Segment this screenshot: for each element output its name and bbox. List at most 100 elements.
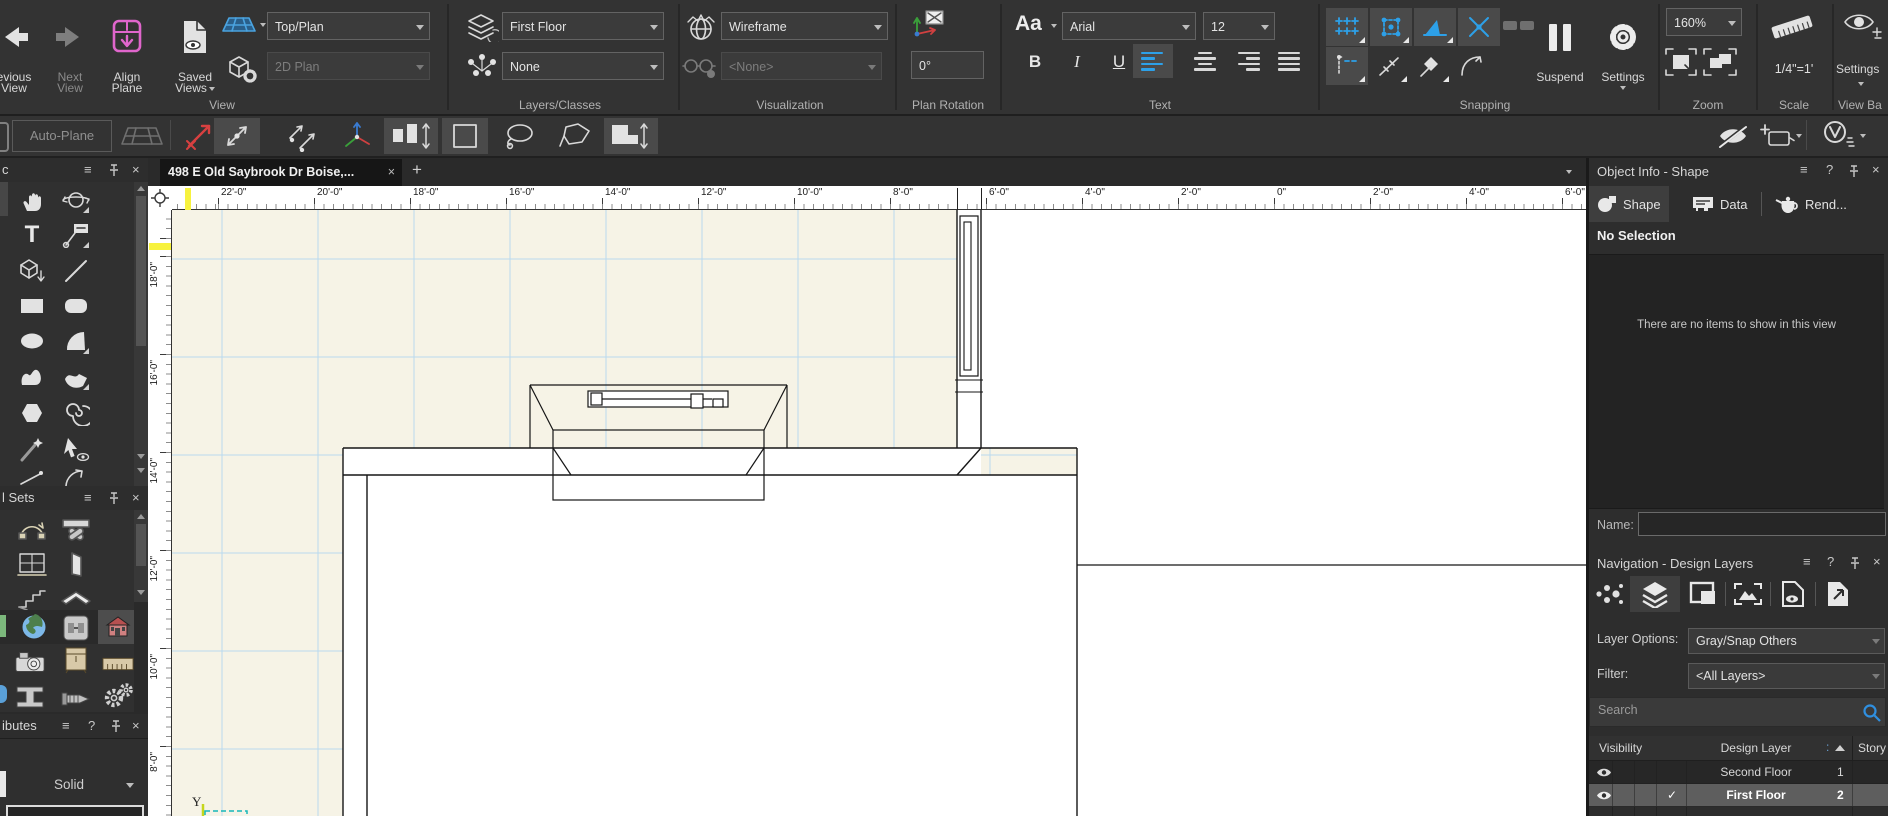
visibility-eye-icon[interactable] (1596, 790, 1612, 801)
col-design-layer[interactable]: Design Layer (1690, 741, 1822, 755)
extract-tool[interactable] (16, 255, 48, 287)
polygon-tool[interactable] (16, 397, 48, 429)
view-mode-icon[interactable] (222, 14, 256, 38)
snap-smart-point-button[interactable] (1368, 47, 1410, 85)
machine-design-tool[interactable] (102, 679, 134, 711)
text-tool[interactable]: T (16, 219, 48, 251)
curved-wall-tool[interactable] (16, 514, 48, 546)
help-icon[interactable]: ? (1827, 555, 1834, 569)
document-tab[interactable]: 498 E Old Saybrook Dr Boise,... × (160, 159, 402, 186)
version-options-button[interactable] (1810, 118, 1866, 154)
snapping-settings-button[interactable]: Settings (1594, 6, 1652, 90)
connect-category[interactable] (60, 612, 92, 644)
align-right-button[interactable] (1228, 44, 1268, 78)
attributes-palette-header[interactable]: ibutes ≡ ? × (0, 714, 148, 738)
fit-objects-icon[interactable] (1702, 46, 1738, 78)
previous-view-button[interactable]: evious View (0, 6, 44, 94)
italic-button[interactable]: I (1062, 46, 1092, 78)
camera-tool[interactable] (14, 646, 46, 678)
layer-row[interactable]: Second Floor 1 (1589, 761, 1888, 784)
close-icon[interactable]: × (1873, 555, 1881, 569)
plan-mode-select[interactable]: 2D Plan (267, 52, 430, 80)
move-tool[interactable] (280, 118, 326, 154)
snap-distance-button[interactable] (1326, 47, 1368, 85)
snap-angle-button[interactable] (1414, 8, 1456, 46)
line-tool[interactable] (60, 255, 92, 287)
auto-plane-button[interactable]: Auto-Plane (12, 120, 112, 152)
chevron-down-icon[interactable] (126, 783, 134, 788)
pan-tool[interactable] (16, 184, 48, 216)
nav-tab-design-layers[interactable] (1630, 576, 1680, 612)
polyline-tool[interactable] (16, 361, 48, 393)
design-layer-icon[interactable] (465, 12, 499, 42)
table-header[interactable]: Visibility Design Layer : Story (1589, 736, 1888, 761)
ellipse-tool[interactable] (16, 325, 48, 357)
chevron-down-icon[interactable] (260, 23, 266, 27)
close-icon[interactable]: × (132, 163, 140, 177)
plane-icon[interactable] (120, 126, 164, 146)
tab-close-icon[interactable]: × (388, 159, 395, 186)
polygon-lasso-mode-tool[interactable] (552, 118, 598, 154)
nav-tab-references[interactable] (1817, 576, 1861, 612)
fill-swatch[interactable] (0, 771, 6, 797)
spiral-tool[interactable] (60, 397, 92, 429)
layer-select[interactable]: First Floor (502, 12, 664, 40)
panel-chevron-icon[interactable] (1566, 170, 1572, 174)
fastener-tool[interactable] (60, 683, 92, 712)
align-justify-button[interactable] (1270, 44, 1310, 78)
class-icon[interactable] (465, 52, 499, 82)
align-plane-button[interactable]: Align Plane (94, 6, 160, 94)
snap-smart-edge-button[interactable] (1410, 47, 1452, 85)
render-mode-select[interactable]: Wireframe (721, 12, 888, 40)
layer-options-select[interactable]: Gray/Snap Others (1688, 628, 1885, 654)
select-similar-tool[interactable] (60, 433, 92, 465)
nav-tab-classes[interactable] (1589, 576, 1629, 612)
font-family-select[interactable]: Arial (1062, 12, 1196, 40)
view-mode-select[interactable]: Top/Plan (267, 12, 430, 40)
wall-join-tool[interactable] (60, 514, 92, 546)
dimension-tool[interactable] (102, 648, 134, 680)
pin-icon[interactable] (108, 492, 120, 505)
wall-reshape-mode-tool[interactable] (604, 118, 658, 154)
view-bar-settings-icon[interactable] (1842, 8, 1884, 44)
pin-icon[interactable] (110, 720, 122, 733)
snap-object-button[interactable] (1370, 8, 1412, 46)
render-mode-icon[interactable] (684, 12, 718, 44)
bold-button[interactable]: B (1020, 46, 1050, 78)
next-view-button[interactable]: Next View (40, 6, 100, 94)
site-planning-category[interactable] (18, 611, 50, 643)
fill-preview[interactable] (6, 805, 144, 816)
resize-tool[interactable] (214, 118, 260, 154)
plan-mode-icon[interactable] (226, 52, 258, 84)
nav-tab-saved-views[interactable] (1772, 576, 1814, 612)
menu-icon[interactable]: ≡ (1800, 163, 1808, 177)
align-left-button[interactable] (1133, 44, 1173, 78)
text-style-button[interactable]: Aa (1015, 12, 1042, 36)
callout-tool[interactable] (60, 219, 92, 251)
scale-value[interactable]: 1/4"=1' (1758, 62, 1830, 76)
help-icon[interactable]: ? (88, 719, 95, 733)
new-class-button[interactable] (1752, 118, 1804, 154)
toolsets-scrollbar[interactable] (134, 510, 148, 602)
arc-tool[interactable] (60, 325, 92, 357)
view-bar-settings-label[interactable]: Settings (1836, 62, 1879, 76)
offset-tool[interactable] (16, 462, 48, 486)
new-tab-button[interactable]: + (412, 160, 422, 180)
underline-button[interactable]: U (1104, 46, 1134, 78)
basic-scrollbar[interactable] (134, 182, 148, 486)
sort-asc-icon[interactable] (1835, 745, 1845, 751)
vertical-ruler[interactable]: 18'-0" 16'-0" 14'-0" 12'-0" 10'-0" 8'-0" (148, 210, 172, 816)
close-icon[interactable]: × (1872, 163, 1880, 177)
rectangle-tool[interactable] (16, 290, 48, 322)
snap-grid-button[interactable] (1326, 8, 1368, 46)
tab-shape[interactable]: Shape (1589, 186, 1669, 222)
align-center-button[interactable] (1185, 44, 1225, 78)
tab-render[interactable]: Rend... (1767, 186, 1855, 222)
flyover-tool[interactable] (60, 184, 92, 216)
search-input[interactable] (1596, 702, 1840, 718)
furniture-tool[interactable] (60, 644, 92, 676)
fill-style-select[interactable]: Solid (26, 777, 112, 792)
visibility-eye-icon[interactable] (1596, 767, 1612, 778)
marquee-mode-tool[interactable] (442, 118, 488, 154)
help-icon[interactable]: ? (1826, 163, 1833, 177)
